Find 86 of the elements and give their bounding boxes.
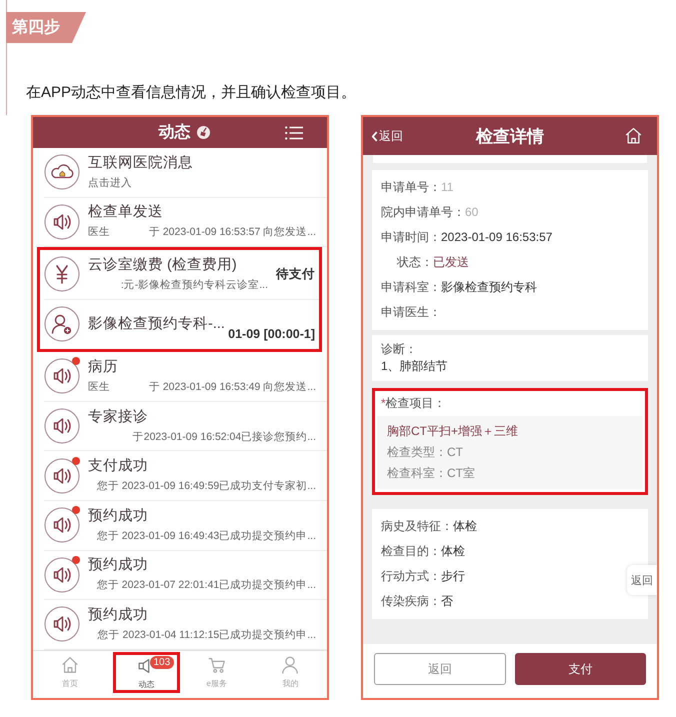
field-label: 状态：: [396, 254, 433, 271]
step-badge: 第四步: [6, 12, 86, 43]
message-status: 待支付: [276, 266, 315, 283]
message-sender: 医生: [88, 226, 110, 240]
broom-icon[interactable]: [196, 126, 210, 139]
message-status: 01-09 [00:00-1]: [228, 327, 315, 342]
field-label: 检查类型：: [387, 444, 447, 461]
message-title: 预约成功: [88, 508, 149, 525]
home-icon: [60, 654, 80, 675]
field-label: 行动方式：: [381, 568, 441, 585]
message-item[interactable]: 检查单发送 医生 于 2023-01-09 16:53:57 向您发送...: [44, 198, 327, 248]
message-item[interactable]: 预约成功 您于 2023-01-04 11:12:15已成功提交预约申...: [44, 600, 327, 650]
message-item[interactable]: 病历 医生 于 2023-01-09 16:53:49 向您发送...: [44, 352, 327, 402]
speaker-icon: [44, 204, 80, 240]
speaker-icon: [44, 606, 80, 642]
field-value: 11: [441, 179, 454, 196]
message-preview: 您于 2023-01-09 16:49:43已成功提交预约申...: [96, 530, 316, 543]
message-title: 云诊室缴费 (检查费用): [88, 256, 238, 274]
field-value: 影像检查预约专科: [441, 279, 537, 296]
message-title: 专家接诊: [88, 408, 149, 426]
yen-icon: [44, 256, 80, 292]
chevron-left-icon: [371, 131, 378, 142]
field-value: 60: [465, 204, 478, 221]
speaker-icon: [44, 507, 80, 544]
side-back-button[interactable]: 返回: [627, 565, 657, 595]
speaker-icon: [44, 408, 80, 444]
cloud-icon: [44, 154, 80, 190]
field-label: 检查项目：: [386, 395, 446, 412]
user-icon: [280, 654, 300, 675]
message-preview: 您于 2023-01-04 11:12:15已成功提交预约申...: [98, 628, 316, 642]
field-label: 申请单号：: [381, 179, 441, 196]
message-item[interactable]: 互联网医院消息 点击进入: [44, 148, 327, 198]
pay-button[interactable]: 支付: [514, 653, 646, 685]
message-sender: 医生: [88, 380, 110, 394]
instruction-text: 在APP动态中查看信息情况，并且确认检查项目。: [26, 83, 356, 103]
required-mark: *: [381, 395, 386, 412]
back-button[interactable]: 返回: [371, 128, 403, 145]
message-item[interactable]: 预约成功 您于 2023-01-09 16:49:43已成功提交预约申...: [44, 500, 327, 551]
message-preview: :元-影像检查预约专科云诊室...: [120, 278, 268, 292]
message-preview: 于 2023-01-09 16:53:57 向您发送...: [148, 226, 316, 240]
menu-icon[interactable]: [285, 126, 303, 140]
field-value: 体检: [453, 518, 477, 535]
field-label: 申请时间：: [381, 229, 441, 246]
message-title: 病历: [88, 358, 119, 376]
field-value: CT: [447, 444, 463, 461]
message-preview: 点击进入: [88, 176, 132, 190]
speaker-icon: [44, 458, 80, 494]
field-value: 1、肺部结节: [381, 358, 449, 375]
field-value: 已发送: [433, 254, 469, 271]
home-icon[interactable]: [624, 126, 643, 145]
message-preview: 于 2023-01-09 16:53:49 向您发送...: [148, 380, 316, 394]
message-title: 支付成功: [88, 458, 149, 476]
field-value: CT室: [447, 465, 475, 482]
message-item[interactable]: 专家接诊 于2023-01-09 16:52:04已接诊您预约...: [44, 402, 327, 452]
tab[interactable]: 动态 103: [112, 652, 180, 693]
screen-title: 动态: [158, 122, 190, 143]
field-value: 2023-01-09 16:53:57: [441, 229, 552, 246]
field-label: 检查目的：: [381, 543, 441, 560]
message-preview: 您于 2023-01-09 16:49:59已成功支付专家初...: [96, 480, 316, 494]
message-item[interactable]: 云诊室缴费 (检查费用) :元-影像检查预约专科云诊室... 待支付: [44, 250, 319, 300]
message-title: 预约成功: [88, 606, 149, 624]
message-item[interactable]: 预约成功 您于 2023-01-07 22:01:41已成功提交预约申...: [44, 550, 327, 600]
field-label: 申请科室：: [381, 279, 441, 296]
field-label: 病史及特征：: [381, 518, 453, 535]
message-preview: 您于 2023-01-07 22:01:41已成功提交预约申...: [96, 579, 316, 592]
field-value: 步行: [441, 568, 465, 585]
speaker-icon: [44, 556, 80, 593]
field-value: 否: [441, 593, 453, 610]
message-title: 互联网医院消息: [88, 154, 194, 172]
message-item[interactable]: 影像检查预约专科-... 01-09 [00:00-1]: [44, 300, 319, 350]
exam-name: 胸部CT平扫+增强＋三维: [387, 423, 520, 440]
message-item[interactable]: 支付成功 您于 2023-01-09 16:49:59已成功支付专家初...: [44, 451, 327, 501]
back-button[interactable]: 返回: [374, 653, 506, 685]
speaker-icon: [44, 358, 80, 394]
field-label: 诊断：: [381, 341, 418, 358]
count-badge: 103: [150, 656, 174, 669]
field-label: 申请医生：: [381, 304, 441, 321]
message-preview: 于2023-01-09 16:52:04已接诊您预约...: [132, 430, 316, 444]
field-label: 检查科室：: [387, 465, 447, 482]
field-label: 传染疾病：: [381, 593, 441, 610]
screen-title: 检查详情: [476, 126, 544, 148]
field-label: 院内申请单号：: [381, 204, 465, 221]
user-add-icon: [44, 306, 80, 342]
message-title: 预约成功: [88, 557, 149, 574]
field-value: 体检: [441, 543, 465, 560]
message-title: 检查单发送: [88, 204, 164, 222]
